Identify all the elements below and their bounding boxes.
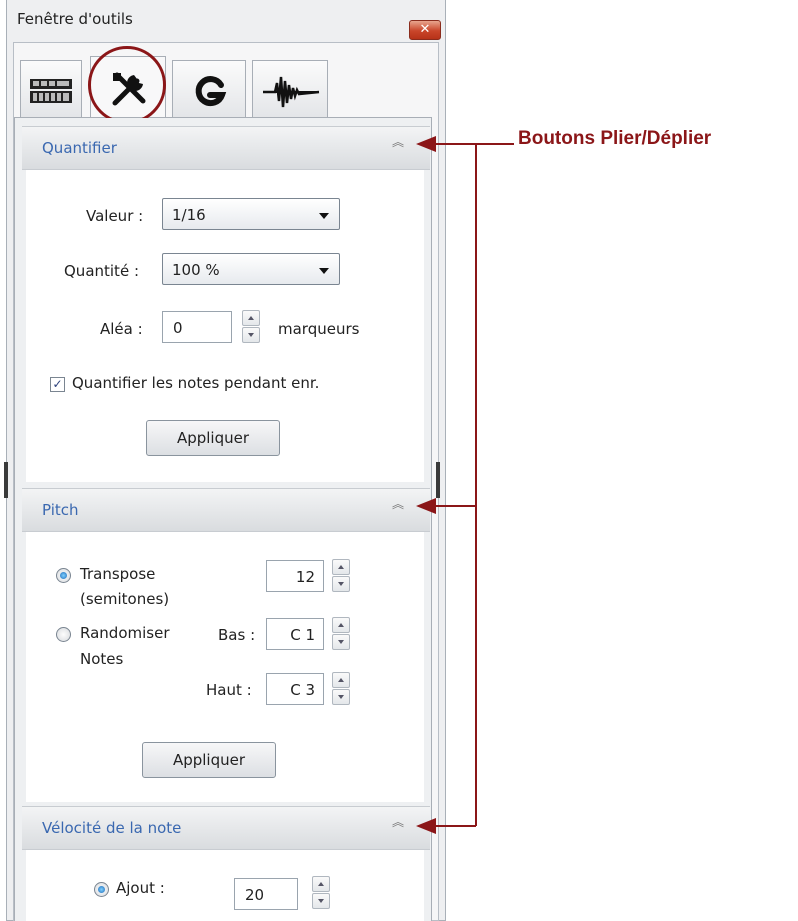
- randomize-radio[interactable]: [56, 627, 71, 642]
- stepper-up-icon[interactable]: [312, 876, 330, 892]
- transpose-stepper[interactable]: [332, 559, 350, 593]
- section-title: Vélocité de la note: [42, 819, 182, 837]
- ajout-label: Ajout :: [116, 879, 165, 897]
- alea-unit-label: marqueurs: [278, 320, 360, 338]
- quantite-label: Quantité :: [64, 262, 139, 280]
- transpose-radio[interactable]: [56, 568, 71, 583]
- annotation-arrows: [416, 136, 514, 834]
- bas-input[interactable]: C 1: [266, 618, 324, 650]
- window-title: Fenêtre d'outils: [17, 10, 133, 28]
- stepper-up-icon[interactable]: [332, 559, 350, 575]
- stepper-down-icon[interactable]: [332, 634, 350, 650]
- ajout-radio[interactable]: [94, 882, 109, 897]
- waveform-icon: [263, 76, 320, 108]
- tab-g[interactable]: [172, 60, 246, 118]
- keyboard-grid-icon: [30, 79, 72, 103]
- ajout-value: 20: [245, 886, 265, 904]
- alea-stepper[interactable]: [242, 310, 260, 344]
- section-title: Pitch: [42, 501, 79, 519]
- stepper-down-icon[interactable]: [332, 689, 350, 705]
- bas-value: C 1: [290, 626, 315, 644]
- transpose-sublabel: (semitones): [80, 590, 170, 608]
- alea-value: 0: [173, 319, 183, 337]
- haut-stepper[interactable]: [332, 672, 350, 706]
- chevron-down-icon: [319, 268, 329, 274]
- ajout-input[interactable]: 20: [234, 878, 298, 910]
- annotation-circle: [88, 46, 166, 124]
- randomize-label: Randomiser: [80, 624, 170, 642]
- stepper-down-icon[interactable]: [242, 327, 260, 343]
- stepper-up-icon[interactable]: [332, 617, 350, 633]
- ajout-stepper[interactable]: [312, 876, 330, 910]
- valeur-value: 1/16: [172, 206, 206, 224]
- alea-input[interactable]: 0: [162, 311, 232, 343]
- quantize-record-checkbox[interactable]: ✓: [50, 377, 65, 392]
- quantifier-apply-button[interactable]: Appliquer: [146, 420, 280, 456]
- transpose-label: Transpose: [80, 565, 156, 583]
- bas-stepper[interactable]: [332, 617, 350, 651]
- pitch-apply-button[interactable]: Appliquer: [142, 742, 276, 778]
- valeur-label: Valeur :: [86, 207, 144, 225]
- resize-grip-left[interactable]: [4, 462, 8, 498]
- section-header-quantifier[interactable]: Quantifier ︽: [22, 126, 430, 170]
- g-logo-icon: [195, 76, 227, 107]
- alea-label: Aléa :: [100, 320, 143, 338]
- valeur-dropdown[interactable]: 1/16: [162, 198, 340, 230]
- stepper-up-icon[interactable]: [332, 672, 350, 688]
- bas-label: Bas :: [218, 626, 256, 644]
- tab-waveform[interactable]: [252, 60, 328, 118]
- quantite-value: 100 %: [172, 261, 220, 279]
- stepper-up-icon[interactable]: [242, 310, 260, 326]
- transpose-input[interactable]: 12: [266, 560, 324, 592]
- title-bar: Fenêtre d'outils ✕: [7, 0, 445, 42]
- section-header-velocity[interactable]: Vélocité de la note ︽: [22, 806, 430, 850]
- haut-label: Haut :: [206, 681, 252, 699]
- annotation-label: Boutons Plier/Déplier: [518, 128, 712, 149]
- haut-value: C 3: [290, 681, 315, 699]
- stepper-down-icon[interactable]: [312, 893, 330, 909]
- randomize-sublabel: Notes: [80, 650, 124, 668]
- chevron-down-icon: [319, 213, 329, 219]
- close-icon: ✕: [419, 22, 431, 37]
- transpose-value: 12: [295, 568, 315, 586]
- quantite-dropdown[interactable]: 100 %: [162, 253, 340, 285]
- tab-keyboard[interactable]: [20, 60, 82, 118]
- section-title: Quantifier: [42, 139, 117, 157]
- haut-input[interactable]: C 3: [266, 673, 324, 705]
- close-button[interactable]: ✕: [409, 20, 441, 40]
- section-header-pitch[interactable]: Pitch ︽: [22, 488, 430, 532]
- stepper-down-icon[interactable]: [332, 576, 350, 592]
- section-body-velocity: [26, 850, 424, 921]
- quantize-record-label: Quantifier les notes pendant enr.: [72, 374, 320, 392]
